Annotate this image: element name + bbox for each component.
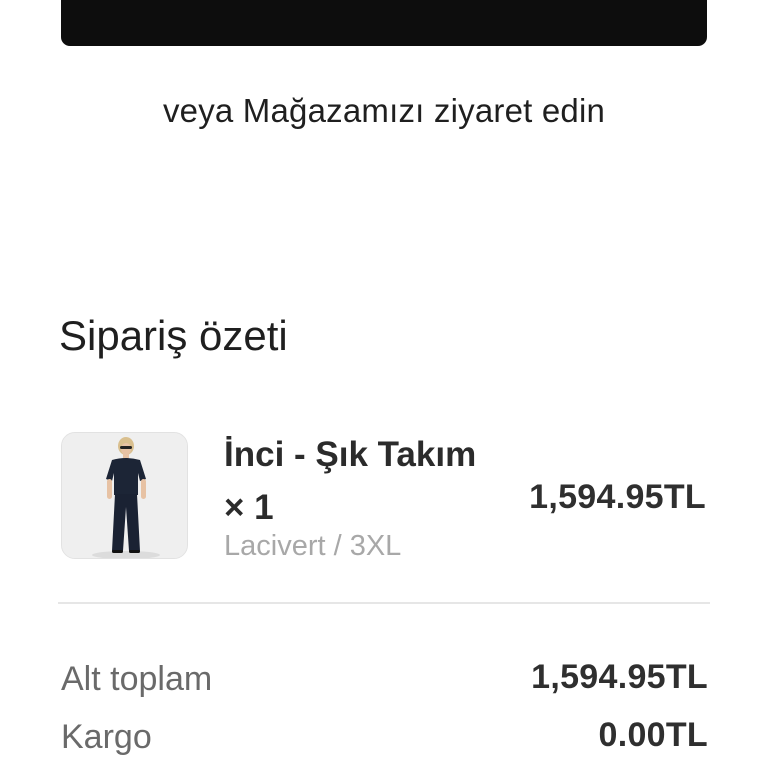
checkout-button[interactable] [61, 0, 707, 46]
shipping-value: 0.00TL [598, 716, 708, 754]
product-variant: Lacivert / 3XL [224, 530, 402, 562]
visit-store-link[interactable]: veya Mağazamızı ziyaret edin [0, 92, 768, 130]
divider [58, 602, 710, 604]
checkout-page: veya Mağazamızı ziyaret edin Sipariş öze… [0, 0, 768, 768]
shipping-label: Kargo [61, 718, 152, 756]
subtotal-value: 1,594.95TL [531, 658, 708, 696]
order-summary-title: Sipariş özeti [59, 312, 288, 359]
product-name: İnci - Şık Takım × 1 [224, 435, 477, 527]
product-thumbnail [61, 432, 188, 559]
product-photo-icon [62, 433, 187, 558]
subtotal-label: Alt toplam [61, 660, 213, 698]
product-price: 1,594.95TL [529, 478, 706, 516]
